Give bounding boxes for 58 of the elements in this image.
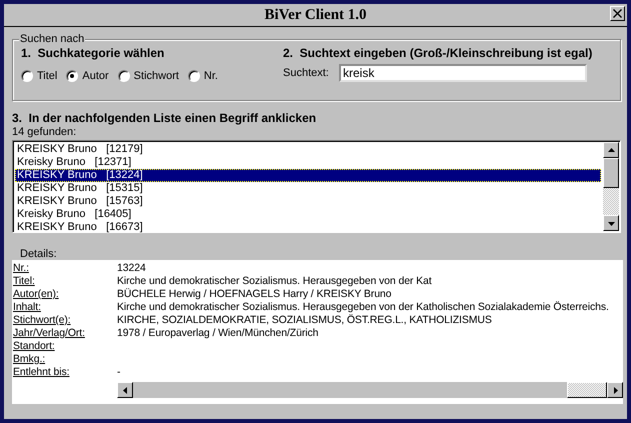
result-item[interactable]: KREISKY Bruno [16673]	[15, 221, 601, 234]
radio-option[interactable]: Autor	[66, 70, 109, 82]
field-value: 13224	[117, 262, 146, 275]
result-item[interactable]: KREISKY Bruno [12179]	[15, 143, 601, 156]
close-button[interactable]	[610, 6, 625, 21]
down-arrow-icon	[608, 220, 614, 226]
step-heading: 2. Suchtext eingeben (Groß-/Kleinschreibung ist egal)	[283, 46, 594, 62]
radio-button[interactable]	[66, 70, 78, 82]
field-label: Bmkg.:	[13, 353, 46, 366]
scrollbar-thumb[interactable]	[567, 382, 607, 398]
field-label: Autor(en):	[13, 288, 60, 301]
search-label: Suchtext:	[283, 67, 330, 79]
field-value: 1978 / Europaverlag / Wien/München/Zürich	[117, 327, 318, 340]
scroll-up-button[interactable]	[603, 142, 619, 158]
radio-button[interactable]	[188, 70, 200, 82]
field-label: Titel:	[13, 275, 36, 288]
result-item[interactable]: KREISKY Bruno [13224]	[15, 169, 601, 182]
horizontal-scrollbar[interactable]	[117, 382, 623, 398]
result-count: 14 gefunden:	[12, 126, 78, 139]
left-arrow-icon	[122, 386, 128, 394]
vertical-scrollbar[interactable]	[603, 142, 619, 231]
window-title: BiVer Client 1.0	[264, 6, 367, 24]
step-heading: 3. In der nachfolgenden Liste einen Begriff anklicken	[12, 111, 318, 126]
result-item[interactable]: Kreisky Bruno [16405]	[15, 208, 601, 221]
radio-label: Titel	[37, 70, 58, 82]
radio-button[interactable]	[118, 70, 130, 82]
field-value: BÜCHELE Herwig / HOEFNAGELS Harry / KREISKY Bruno	[117, 288, 392, 301]
field-value: Kirche und demokratischer Sozialismus. Herausgegeben von der Kat	[117, 275, 432, 288]
scroll-down-button[interactable]	[603, 215, 619, 231]
radio-button[interactable]	[21, 70, 33, 82]
field-label: Stichwort(e):	[13, 314, 72, 327]
field-label: Inhalt:	[13, 301, 42, 314]
step-heading: 1. Suchkategorie wählen	[21, 46, 166, 62]
field-label: Jahr/Verlag/Ort:	[13, 327, 86, 340]
scrollbar-thumb[interactable]	[603, 158, 619, 188]
radio-label: Nr.	[204, 70, 218, 82]
radio-label: Stichwort	[134, 70, 179, 82]
close-icon	[613, 9, 622, 18]
up-arrow-icon	[608, 146, 614, 154]
radio-option[interactable]: Titel	[21, 70, 58, 82]
group-caption: Suchen nach	[19, 33, 86, 45]
field-value: -	[117, 366, 120, 379]
radio-option[interactable]: Stichwort	[118, 70, 179, 82]
details-caption: Details:	[19, 248, 58, 260]
right-arrow-icon	[612, 386, 618, 394]
search-field[interactable]: kreisk	[339, 64, 587, 82]
scroll-left-button[interactable]	[117, 382, 133, 398]
result-item[interactable]: Kreisky Bruno [12371]	[15, 156, 601, 169]
field-label: Nr.:	[13, 262, 30, 275]
result-item[interactable]: KREISKY Bruno [15315]	[15, 182, 601, 195]
scroll-right-button[interactable]	[607, 382, 623, 398]
radio-label: Autor	[82, 70, 109, 82]
field-value: Kirche und demokratischer Sozialismus. Herausgegeben von der Katholischen Sozialakademie Österreichs.	[117, 301, 609, 314]
field-label: Entlehnt bis:	[13, 366, 70, 379]
field-value: KIRCHE, SOZIALDEMOKRATIE, SOZIALISMUS, ÖST.REG.L., KATHOLIZISMUS	[117, 314, 492, 327]
field-label: Standort:	[13, 340, 56, 353]
result-item[interactable]: KREISKY Bruno [15763]	[15, 195, 601, 208]
radio-option[interactable]: Nr.	[188, 70, 218, 82]
